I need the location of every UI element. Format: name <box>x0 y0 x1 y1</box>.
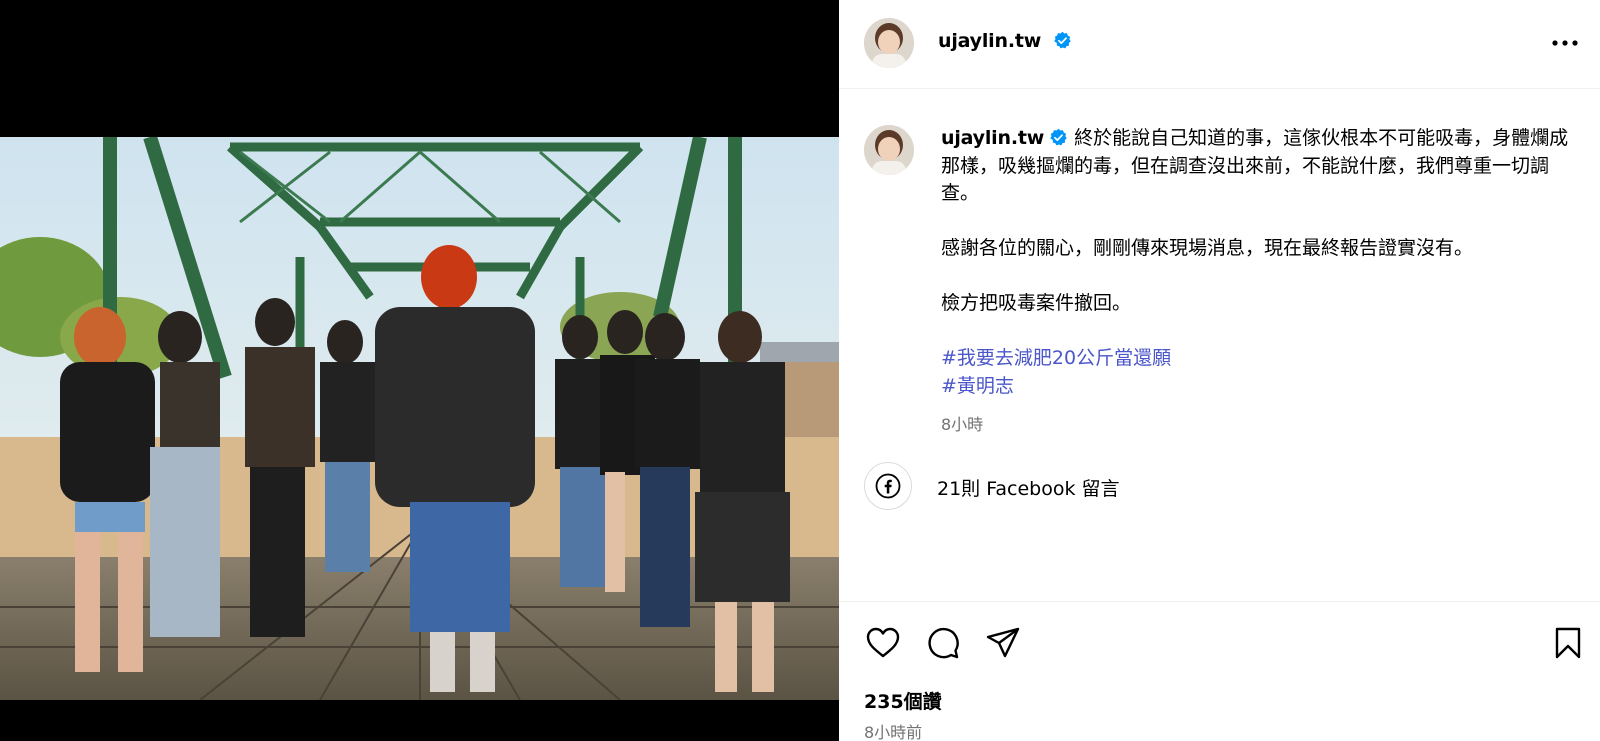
avatar-image <box>864 18 914 68</box>
avatar-image <box>864 125 914 175</box>
hashtag-link[interactable]: #我要去減肥20公斤當還願 <box>941 345 1581 373</box>
post-side-panel: ujaylin.tw ujaylin.tw 終於能說自己知道的事，這傢伙根本不可… <box>839 0 1600 741</box>
bookmark-icon[interactable] <box>1549 624 1587 662</box>
caption-first-paragraph: ujaylin.tw 終於能說自己知道的事，這傢伙根本不可能吸毒，身體爛成那樣，… <box>941 125 1581 208</box>
caption-text: 感謝各位的關心，剛剛傳來現場消息，現在最終報告證實沒有。 <box>941 237 1474 259</box>
avatar[interactable] <box>864 18 914 68</box>
facebook-icon <box>864 462 912 510</box>
username-text[interactable]: ujaylin.tw <box>938 30 1041 52</box>
post-caption: ujaylin.tw 終於能說自己知道的事，這傢伙根本不可能吸毒，身體爛成那樣，… <box>941 125 1581 400</box>
post-timestamp[interactable]: 8小時前 <box>864 719 922 741</box>
post-media[interactable] <box>0 0 839 741</box>
hashtag-link[interactable]: #黃明志 <box>941 373 1581 401</box>
verified-badge-icon <box>1049 128 1068 147</box>
facebook-comments-label[interactable]: 21則 Facebook 留言 <box>937 474 1120 501</box>
heart-icon[interactable] <box>864 624 902 662</box>
post-actions: 235個讚 8小時前 <box>839 601 1600 741</box>
post-header: ujaylin.tw <box>839 0 1600 89</box>
comment-bubble-icon[interactable] <box>924 624 962 662</box>
bridge-group-photo <box>0 137 839 700</box>
verified-badge-icon <box>1053 31 1072 50</box>
like-count[interactable]: 235個讚 <box>864 687 942 714</box>
more-options-icon[interactable] <box>1550 30 1580 56</box>
caption-avatar[interactable] <box>864 125 914 175</box>
header-username[interactable]: ujaylin.tw <box>938 30 1072 52</box>
post-photo[interactable] <box>0 137 839 700</box>
paper-plane-icon[interactable] <box>984 624 1022 662</box>
caption-timestamp[interactable]: 8小時 <box>941 411 983 435</box>
facebook-comments-row[interactable]: 21則 Facebook 留言 <box>864 462 1364 510</box>
caption-area: ujaylin.tw 終於能說自己知道的事，這傢伙根本不可能吸毒，身體爛成那樣，… <box>839 89 1600 601</box>
caption-username[interactable]: ujaylin.tw <box>941 127 1044 149</box>
caption-text: 檢方把吸毒案件撤回。 <box>941 292 1132 314</box>
